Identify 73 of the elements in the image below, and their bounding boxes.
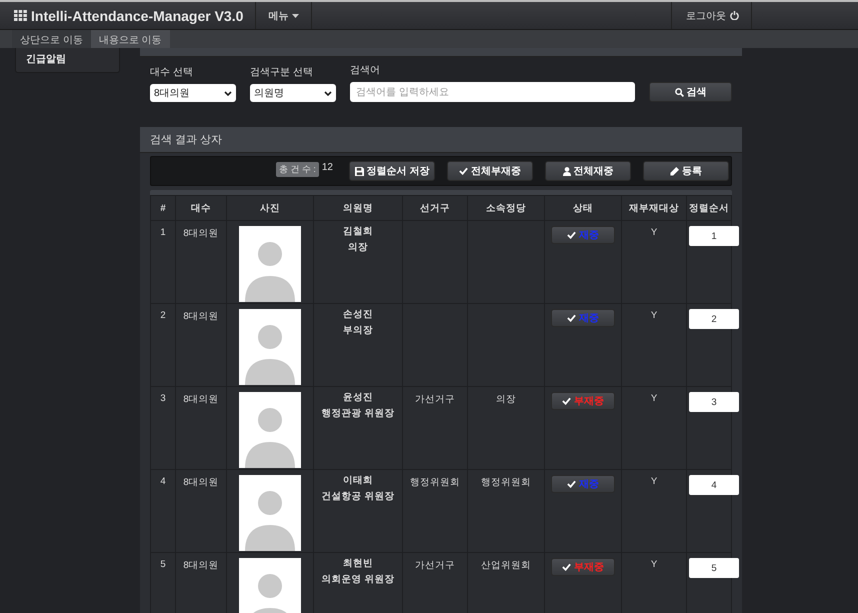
member-name: 김철희 의장 [314, 220, 402, 304]
check-icon [567, 231, 576, 239]
app-title[interactable]: Intelli-Attendance-Manager V3.0 [0, 2, 256, 29]
toolbar-button[interactable]: 등록 [643, 161, 729, 181]
table-cell: 5 [150, 552, 176, 613]
order-field[interactable]: 3 [689, 392, 739, 412]
table-cell: 2 [150, 304, 176, 386]
order-field[interactable]: 5 [689, 558, 739, 578]
search-button[interactable]: 검색 [649, 82, 732, 102]
table-cell: 8대의원 [176, 386, 226, 470]
table-cell: 산업위원회 [481, 560, 531, 571]
pencil-icon [670, 166, 679, 176]
column-header: 정렬순서 [686, 196, 732, 220]
table-cell: 의장 [496, 394, 516, 405]
table-cell: 1 [150, 220, 176, 304]
table-cell: Y [622, 470, 686, 552]
field-label: 검색어 [350, 64, 381, 77]
table-cell: Y [622, 220, 686, 304]
order-field[interactable]: 1 [689, 226, 739, 246]
panel-title: 검색 결과 상자 [150, 133, 222, 147]
table-cell: 가선거구 [415, 394, 455, 405]
column-header: 소속정당 [468, 196, 544, 220]
member-name: 윤성진 행정관광 위원장 [314, 386, 402, 470]
check-icon [562, 397, 571, 405]
search-icon [674, 88, 684, 96]
table-cell: 행정위원회 [481, 477, 531, 488]
table-cell: 8대의원 [176, 304, 226, 386]
menu-dropdown[interactable]: 메뉴 [256, 2, 312, 29]
column-header: 선거구 [402, 196, 468, 220]
toolbar-button[interactable]: 전체부재중 [447, 161, 533, 181]
member-name: 이태희 건설항공 위원장 [314, 470, 402, 552]
logout-button[interactable]: 로그아웃 [671, 2, 752, 29]
photo-placeholder [239, 558, 301, 613]
check-icon [562, 563, 571, 571]
column-header: # [150, 196, 176, 220]
table-cell: 4 [150, 470, 176, 552]
table-cell: 가선거구 [415, 560, 455, 571]
check-icon [567, 480, 576, 488]
caret-icon [292, 14, 300, 18]
select-field[interactable]: 8대의원 [150, 84, 236, 102]
skip-link[interactable]: 내용으로 이동 [90, 30, 170, 48]
chevron-icon [324, 90, 332, 96]
user-icon [562, 166, 570, 176]
column-header: 대수 [176, 196, 226, 220]
field-label: 검색구분 선택 [250, 66, 314, 79]
total-label: 총 건 수 : [276, 162, 319, 177]
order-field[interactable]: 2 [689, 309, 739, 329]
column-header: 의원명 [314, 196, 402, 220]
column-header: 재부재대상 [622, 196, 686, 220]
check-icon [567, 314, 576, 322]
table-cell: Y [622, 304, 686, 386]
column-header: 사진 [226, 196, 314, 220]
column-header: 상태 [544, 196, 622, 220]
table-cell: 8대의원 [176, 470, 226, 552]
power-icon [730, 11, 739, 20]
search-field[interactable]: 검색어를 입력하세요 [350, 82, 635, 102]
grid-icon [14, 10, 27, 21]
chevron-icon [224, 90, 232, 96]
select-field[interactable]: 의원명 [250, 84, 336, 102]
menu-item[interactable]: 긴급알림 [26, 54, 66, 65]
table-cell: 3 [150, 386, 176, 470]
member-name: 손성진 부의장 [314, 304, 402, 386]
toolbar-button[interactable]: 정렬순서 저장 [349, 161, 435, 181]
toolbar-button[interactable]: 전체재중 [545, 161, 631, 181]
table-cell: 8대의원 [176, 220, 226, 304]
check-icon [459, 167, 468, 175]
skip-link[interactable]: 상단으로 이동 [12, 30, 91, 48]
table-cell: 행정위원회 [410, 477, 460, 488]
field-label: 대수 선택 [150, 66, 194, 79]
order-field[interactable]: 4 [689, 475, 739, 495]
total-count: 12 [322, 162, 333, 173]
table-cell: Y [622, 386, 686, 470]
floppy-icon [354, 166, 364, 176]
